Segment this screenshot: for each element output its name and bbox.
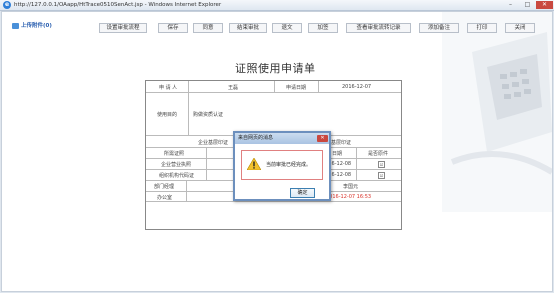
close-button[interactable]: 关闭	[505, 23, 535, 33]
purpose-value: 购做资质认证	[193, 112, 224, 118]
dialog-message-box: 当前审批已经完成。	[241, 150, 323, 180]
apply-date-value: 2016-12-07	[342, 84, 372, 90]
col-divider	[186, 180, 187, 202]
print-button[interactable]: 打印	[467, 23, 497, 33]
col-divider	[356, 147, 357, 181]
ie-logo-icon: e	[3, 1, 11, 9]
calculator-decoration-image	[442, 12, 552, 212]
dialog-ok-button[interactable]: 确定	[290, 188, 315, 198]
dialog-close-icon[interactable]: ✕	[317, 135, 328, 142]
approve-button[interactable]: 同意	[193, 23, 223, 33]
dept-manager-signer: 李国元	[343, 184, 359, 190]
row2-cert: 组织机构代码证	[159, 173, 195, 179]
row1-original-checkbox[interactable]: ☑	[378, 161, 385, 168]
close-window-button[interactable]: ✕	[536, 1, 553, 9]
row2-original-checkbox[interactable]: ☑	[378, 172, 385, 179]
minimize-button[interactable]: –	[504, 1, 517, 9]
upload-icon	[12, 22, 19, 29]
upload-attachment-link[interactable]: 上传附件(0)	[12, 21, 52, 29]
page-content: 上传附件(0) 设置审批流程 保存 同意 结束审批 退文 加签 查看审批流转记录…	[1, 11, 553, 292]
applicant-value: 王磊	[228, 85, 239, 91]
col-divider	[318, 81, 319, 93]
office-label: 办公室	[157, 195, 173, 201]
window-title: http://127.0.0.1/OAapp/HtTrace0510SenAct…	[14, 2, 222, 8]
end-approval-button[interactable]: 结束审批	[229, 23, 267, 33]
add-note-button[interactable]: 添加备注	[419, 23, 459, 33]
col-original-header: 是否原件	[368, 151, 389, 157]
row1-cert: 企业营业执照	[161, 162, 192, 168]
col-cert-header: 所需证照	[164, 151, 185, 157]
col-date-header: 日期	[332, 151, 343, 157]
add-signature-button[interactable]: 加签	[308, 23, 338, 33]
office-timestamp: 2016-12-07 16:53	[326, 194, 372, 200]
purpose-label: 使用目的	[157, 112, 178, 118]
warning-icon	[247, 158, 261, 170]
view-approval-records-button[interactable]: 查看审批流转记录	[346, 23, 411, 33]
row-divider	[146, 201, 401, 202]
col-divider	[188, 92, 189, 136]
dialog-title: 来自网页的消息	[235, 133, 329, 144]
upload-label: 上传附件(0)	[21, 23, 52, 29]
message-dialog: 来自网页的消息 ✕ 当前审批已经完成。 确定	[233, 131, 331, 201]
enterprise-cert-label: 企业基层印证	[198, 140, 229, 146]
dialog-message: 当前审批已经完成。	[266, 162, 312, 168]
apply-date-label: 申请日期	[286, 85, 307, 91]
set-approval-flow-button[interactable]: 设置审批流程	[99, 23, 147, 33]
maximize-button[interactable]: □	[521, 1, 534, 9]
col-divider	[274, 81, 275, 93]
applicant-label: 申 请 人	[159, 85, 178, 91]
window-titlebar: e http://127.0.0.1/OAapp/HtTrace0510SenA…	[0, 0, 554, 11]
document-title: 证照使用申请单	[235, 62, 316, 75]
dept-manager-label: 部门经理	[154, 184, 175, 190]
save-button[interactable]: 保存	[158, 23, 188, 33]
col-divider	[206, 147, 207, 181]
return-document-button[interactable]: 退文	[272, 23, 302, 33]
